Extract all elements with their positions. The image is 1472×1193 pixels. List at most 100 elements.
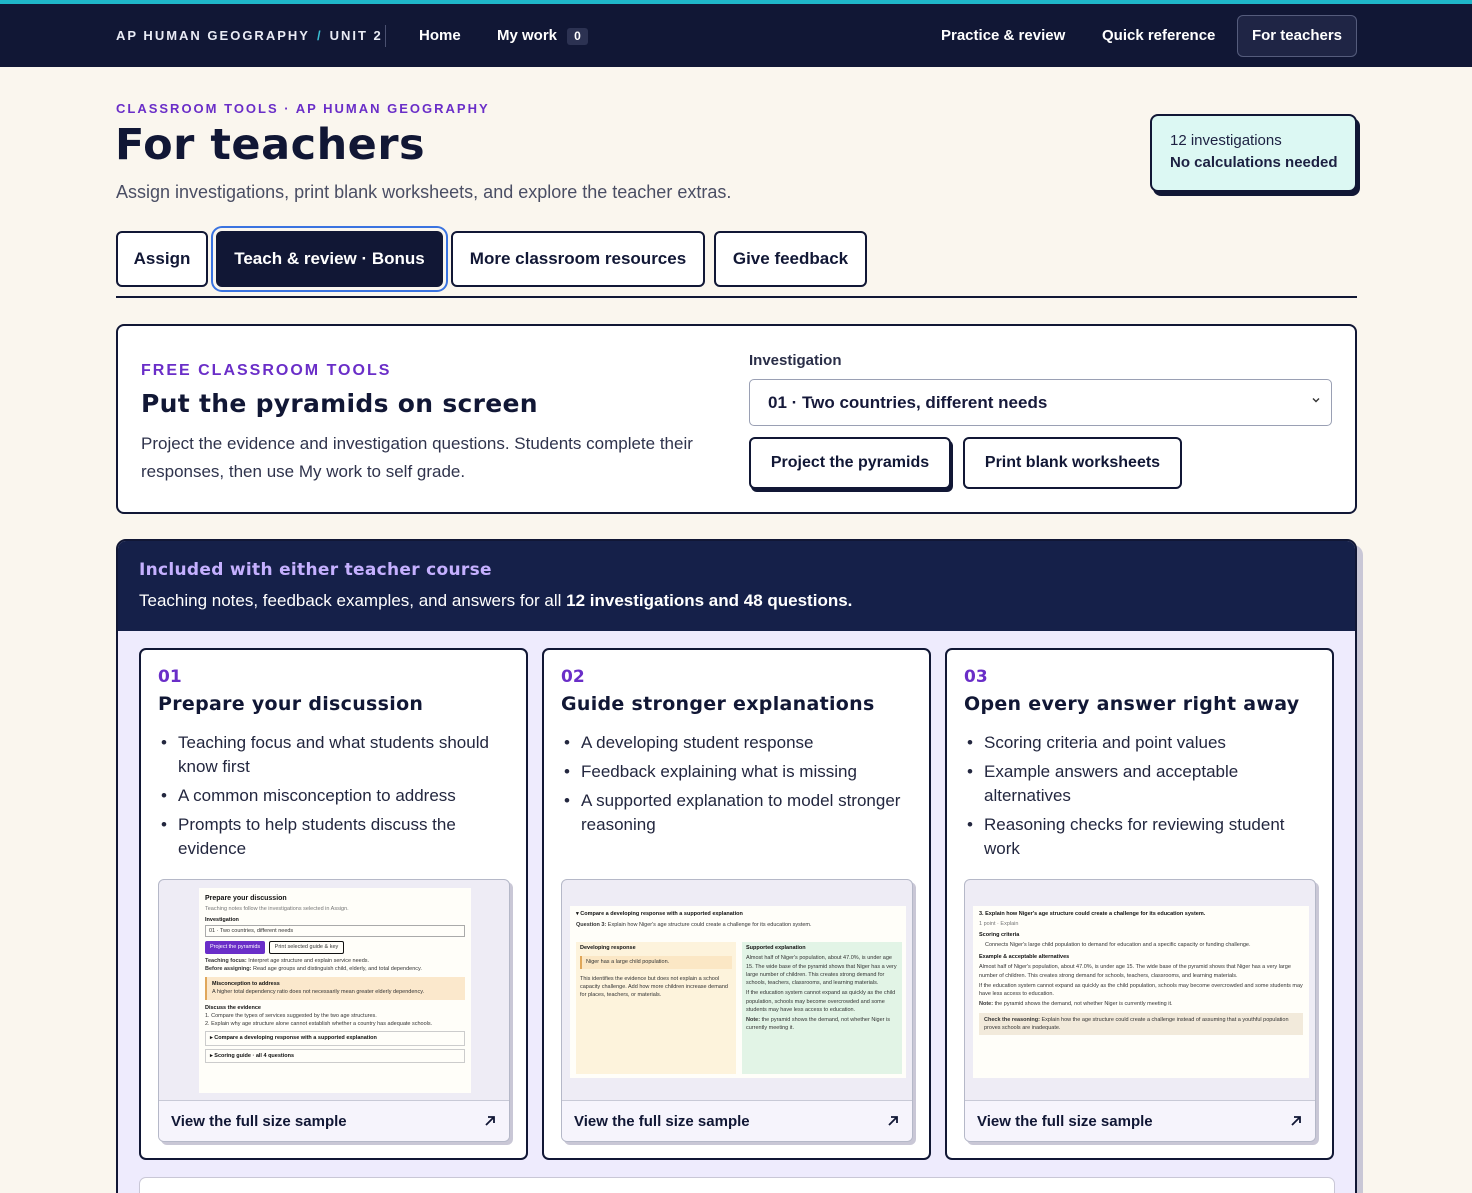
sample-thumbnail-explanations: ▾ Compare a developing response with a s… [570,906,906,1078]
next-card-peek [139,1177,1335,1193]
thumb-buttons: Project the pyramids Print selected guid… [205,941,465,954]
nav-button-for-teachers[interactable]: For teachers [1237,15,1357,57]
calculations-note: No calculations needed [1170,154,1338,171]
sample-preview[interactable]: ▾ Compare a developing response with a s… [561,879,913,1142]
feature-bullets: A developing student response Feedback e… [564,731,921,842]
feature-title: Prepare your discussion [158,693,424,715]
thumb-note-label: Note: [979,1001,994,1008]
print-worksheets-button[interactable]: Print blank worksheets [963,437,1182,489]
tab-give-feedback[interactable]: Give feedback [714,231,867,287]
thumb-dev-feedback: This identifies the evidence but does no… [580,975,728,999]
sample-footer[interactable]: View the full size sample [159,1100,509,1141]
sample-preview[interactable]: 3. Explain how Niger's age structure cou… [964,879,1316,1142]
thumb-button-project: Project the pyramids [205,941,266,954]
brand-separator: / [316,28,323,43]
thumb-heading: Prepare your discussion [205,895,287,902]
classroom-tools-card: FREE CLASSROOM TOOLS Put the pyramids on… [116,324,1357,514]
thumb-sup-paragraph: If the education system cannot expand as… [746,990,896,1013]
thumb-check-label: Check the reasoning: [984,1016,1040,1023]
feature-card-prepare-discussion: 01 Prepare your discussion Teaching focu… [139,648,528,1160]
included-subtitle-bold: 12 investigations and 48 questions. [566,591,853,610]
sample-footer[interactable]: View the full size sample [562,1100,912,1141]
tab-underline [116,296,1357,298]
project-pyramids-button[interactable]: Project the pyramids [749,437,951,489]
view-sample-link[interactable]: View the full size sample [171,1113,347,1130]
thumb-example-paragraph: Almost half of Niger's population, about… [979,964,1291,979]
unit-name: UNIT 2 [329,28,383,43]
feature-bullet: Scoring criteria and point values [967,731,1324,755]
thumb-criteria-title: Scoring criteria [979,931,1020,938]
feature-bullet: Example answers and acceptable alternati… [967,760,1324,808]
thumb-discuss-item: 1. Compare the types of services suggest… [205,1012,377,1019]
feature-bullets: Scoring criteria and point values Exampl… [967,731,1324,866]
thumb-discuss-item: 2. Explain why age structure alone canno… [205,1021,433,1027]
top-navigation: AP HUMAN GEOGRAPHY / UNIT 2 Home My work 0… [0,4,1472,67]
thumb-select: 01 · Two countries, different needs [205,925,465,938]
chevron-down-icon [1312,398,1320,403]
feature-bullet: Prompts to help students discuss the evi… [161,813,518,861]
tools-description: Project the evidence and investigation q… [141,434,693,481]
thumb-focus-text: Interpret age structure and explain serv… [248,957,370,964]
sample-preview[interactable]: Prepare your discussion Teaching notes f… [158,879,510,1142]
nav-divider [385,25,386,47]
feature-card-guide-explanations: 02 Guide stronger explanations A develop… [542,648,931,1160]
thumb-example-paragraph: If the education system cannot expand as… [979,982,1303,997]
page-title: For teachers [115,120,426,170]
thumb-select-value: 01 · Two countries, different needs [209,928,294,934]
feature-bullets: Teaching focus and what students should … [161,731,518,866]
investigation-select[interactable]: 01 · Two countries, different needs [749,379,1332,426]
included-subtitle: Teaching notes, feedback examples, and a… [139,591,852,611]
investigations-info-card: 12 investigations No calculations needed [1150,114,1357,192]
external-arrow-icon [1291,1116,1301,1126]
feature-bullet: Teaching focus and what students should … [161,731,518,779]
thumb-before-text: Read age groups and distinguish child, e… [252,965,422,972]
thumb-developing-column: Developing response Niger has a large ch… [576,942,736,1074]
external-arrow-icon [888,1116,898,1126]
thumb-dev-answer: Niger has a large child population. [580,956,732,969]
tab-teach-review-bonus[interactable]: Teach & review · Bonus [216,231,443,287]
thumb-supported-column: Supported explanation Almost half of Nig… [742,942,902,1074]
thumb-field-label: Investigation [205,916,239,923]
thumb-note-label: Note: [746,1017,761,1023]
thumb-sup-title: Supported explanation [746,945,806,951]
included-section: Included with either teacher course Teac… [116,539,1357,1193]
view-sample-link[interactable]: View the full size sample [574,1113,750,1130]
thumb-check-box: Check the reasoning: Explain how the age… [979,1012,1303,1035]
feature-title: Guide stronger explanations [561,693,875,715]
sample-thumbnail-answers: 3. Explain how Niger's age structure cou… [973,906,1309,1078]
feature-bullet: A common misconception to address [161,784,518,808]
thumb-discuss-title: Discuss the evidence [205,1004,261,1011]
included-header: Included with either teacher course Teac… [118,541,1355,631]
page-eyebrow: CLASSROOM TOOLS · AP HUMAN GEOGRAPHY [116,101,490,116]
investigation-label: Investigation [749,352,842,369]
tab-more-classroom-resources[interactable]: More classroom resources [451,231,705,287]
tab-assign[interactable]: Assign [116,231,208,287]
sample-footer[interactable]: View the full size sample [965,1100,1315,1141]
course-name: AP HUMAN GEOGRAPHY [116,28,310,43]
external-arrow-icon [485,1116,495,1126]
tools-eyebrow: FREE CLASSROOM TOOLS [141,362,392,379]
thumb-button-print: Print selected guide & key [268,941,345,954]
thumb-heading: ▾ Compare a developing response with a s… [576,911,743,917]
thumb-misconception: Misconception to address A higher total … [205,977,465,1000]
feature-number: 03 [964,667,988,687]
feature-bullet: Feedback explaining what is missing [564,760,921,784]
investigation-select-value: 01 · Two countries, different needs [768,393,1048,412]
thumb-misc-title: Misconception to address [212,981,280,987]
nav-link-practice-review[interactable]: Practice & review [941,27,1065,44]
thumb-examples-title: Example & acceptable alternatives [979,954,1070,960]
brand[interactable]: AP HUMAN GEOGRAPHY / UNIT 2 [116,28,383,43]
nav-link-quick-reference[interactable]: Quick reference [1102,27,1215,44]
included-subtitle-text: Teaching notes, feedback examples, and a… [139,591,567,610]
thumb-before-label: Before assigning: [205,965,252,972]
view-sample-link[interactable]: View the full size sample [977,1113,1153,1130]
feature-title: Open every answer right away [964,693,1300,715]
included-title: Included with either teacher course [139,560,492,580]
nav-link-home[interactable]: Home [419,27,461,44]
thumb-question-text: Explain how Niger's age structure could … [607,922,812,929]
thumb-question: 3. Explain how Niger's age structure cou… [979,911,1206,917]
nav-link-my-work[interactable]: My work [497,27,557,44]
thumb-collapse-compare: ▸ Compare a developing response with a s… [205,1031,465,1046]
feature-bullet: A developing student response [564,731,921,755]
thumb-question-label: Question 3: [576,922,607,929]
